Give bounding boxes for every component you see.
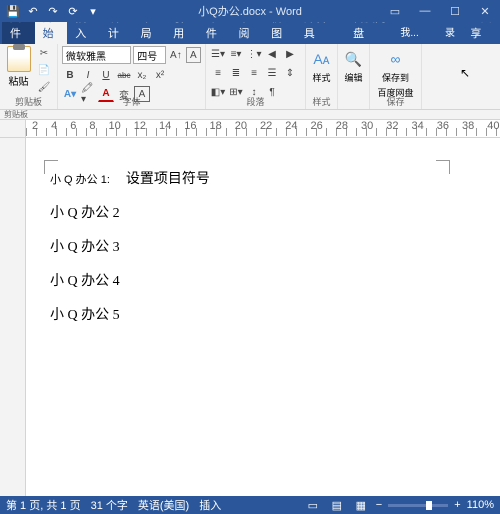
font-group-label: 字体 (58, 95, 205, 108)
doc-line-4[interactable]: 小 Q 办公 4 (50, 270, 476, 290)
callout-text: 设置项目符号 (126, 170, 210, 186)
web-layout-icon[interactable]: ▦ (352, 498, 370, 512)
menu-bar: 文件 开始 插入 设计 布局 引用 邮件 审阅 视图 开发工具 百度网盘 ♀ 告… (0, 22, 500, 44)
paragraph-group-label: 段落 (206, 95, 305, 108)
doc-line-2[interactable]: 小 Q 办公 2 (50, 202, 476, 222)
doc-line-5[interactable]: 小 Q 办公 5 (50, 304, 476, 324)
cursor-icon: ↖ (460, 66, 470, 80)
crop-mark-tl (44, 160, 58, 174)
status-bar: 第 1 页, 共 1 页 31 个字 英语(美国) 插入 ▭ ▤ ▦ − + 1… (0, 496, 500, 514)
save-icon[interactable]: 💾 (6, 4, 20, 18)
cut-icon[interactable]: ✂ (35, 46, 53, 60)
baidu-icon: ∞ (386, 49, 406, 69)
vertical-ruler[interactable] (0, 138, 26, 496)
clipboard-pane-label[interactable]: 剪贴板 (0, 110, 500, 120)
ruler-corner (0, 120, 26, 138)
align-left-icon[interactable]: ≡ (210, 65, 226, 81)
status-insert[interactable]: 插入 (199, 497, 221, 513)
align-center-icon[interactable]: ≣ (228, 65, 244, 81)
bullets-icon[interactable]: ☰▾ (210, 46, 226, 62)
ribbon-options-icon[interactable]: ▭ (380, 0, 410, 22)
paste-icon (7, 46, 31, 72)
group-font: 微软雅黑 四号 A↑ A B I U abc x₂ x² A▾ 🖍▾ A 変 A… (58, 44, 206, 109)
group-clipboard: 粘贴 ✂ 📄 🖌 剪贴板 (0, 44, 58, 109)
horizontal-ruler[interactable]: 2468101214161820222426283032343638404244… (26, 120, 500, 138)
line-spacing-icon[interactable]: ⇕ (282, 65, 298, 81)
styles-icon: Aᴀ (312, 49, 332, 69)
font-size-combo[interactable]: 四号 (133, 46, 166, 64)
grow-font-icon[interactable]: A↑ (168, 47, 183, 63)
clipboard-group-label: 剪贴板 (0, 95, 57, 108)
strike-button[interactable]: abc (116, 67, 132, 83)
indent-right-icon[interactable]: ▶ (282, 46, 298, 62)
group-paragraph: ☰▾ ≡▾ ⋮▾ ◀ ▶ ≡ ≣ ≡ ☰ ⇕ ◧▾ ⊞▾ ↕ ¶ 段落 (206, 44, 306, 109)
multilevel-icon[interactable]: ⋮▾ (246, 46, 262, 62)
zoom-level[interactable]: 110% (467, 499, 494, 511)
minimize-icon[interactable]: — (410, 0, 440, 22)
superscript-button[interactable]: x² (152, 67, 168, 83)
doc-line-3[interactable]: 小 Q 办公 3 (50, 236, 476, 256)
copy-icon[interactable]: 📄 (35, 63, 53, 77)
format-painter-icon[interactable]: 🖌 (35, 80, 53, 94)
status-lang[interactable]: 英语(美国) (138, 497, 189, 513)
refresh-icon[interactable]: ⟳ (66, 4, 80, 18)
qat-more-icon[interactable]: ▾ (86, 4, 100, 18)
editing-label: 编辑 (344, 71, 362, 84)
italic-button[interactable]: I (80, 67, 96, 83)
editing-button[interactable]: 🔍 编辑 (342, 46, 365, 107)
crop-mark-tr (436, 160, 450, 174)
clear-format-icon[interactable]: A (186, 47, 201, 63)
close-icon[interactable]: ✕ (470, 0, 500, 22)
zoom-in-icon[interactable]: + (454, 499, 460, 511)
read-mode-icon[interactable]: ▭ (304, 498, 322, 512)
document-area: 小 Q 办公 1:设置项目符号 小 Q 办公 2 小 Q 办公 3 小 Q 办公… (0, 138, 500, 496)
doc-line-1[interactable]: 小 Q 办公 1:设置项目符号 (50, 168, 476, 188)
align-right-icon[interactable]: ≡ (246, 65, 262, 81)
styles-group-label: 样式 (306, 95, 337, 108)
window-controls: ▭ — ☐ ✕ (380, 0, 500, 22)
numbering-icon[interactable]: ≡▾ (228, 46, 244, 62)
group-editing: 🔍 编辑 (338, 44, 370, 109)
title-bar: 💾 ↶ ↷ ⟳ ▾ 小Q办公.docx - Word ▭ — ☐ ✕ (0, 0, 500, 22)
redo-icon[interactable]: ↷ (46, 4, 60, 18)
zoom-slider[interactable] (388, 504, 448, 507)
undo-icon[interactable]: ↶ (26, 4, 40, 18)
ruler-area: 2468101214161820222426283032343638404244… (0, 120, 500, 138)
font-name-combo[interactable]: 微软雅黑 (62, 46, 131, 64)
quick-access-toolbar: 💾 ↶ ↷ ⟳ ▾ (0, 4, 106, 18)
baidu-label1: 保存到 (382, 71, 409, 84)
status-page[interactable]: 第 1 页, 共 1 页 (6, 497, 81, 513)
ribbon: 粘贴 ✂ 📄 🖌 剪贴板 微软雅黑 四号 A↑ A B I U abc x₂ (0, 44, 500, 110)
zoom-out-icon[interactable]: − (376, 499, 382, 511)
window-title: 小Q办公.docx - Word (198, 3, 302, 19)
bold-button[interactable]: B (62, 67, 78, 83)
paste-label: 粘贴 (9, 73, 29, 88)
print-layout-icon[interactable]: ▤ (328, 498, 346, 512)
status-words[interactable]: 31 个字 (91, 497, 128, 513)
subscript-button[interactable]: x₂ (134, 67, 150, 83)
styles-label: 样式 (312, 71, 330, 84)
ruler-numbers: 2468101214161820222426283032343638404244… (32, 120, 500, 132)
group-baidu: ∞ 保存到 百度网盘 保存 (370, 44, 422, 109)
document-page[interactable]: 小 Q 办公 1:设置项目符号 小 Q 办公 2 小 Q 办公 3 小 Q 办公… (26, 138, 500, 496)
find-icon: 🔍 (344, 49, 364, 69)
group-styles: Aᴀ 样式 样式 (306, 44, 338, 109)
baidu-group-label: 保存 (370, 95, 421, 108)
underline-button[interactable]: U (98, 67, 114, 83)
indent-left-icon[interactable]: ◀ (264, 46, 280, 62)
maximize-icon[interactable]: ☐ (440, 0, 470, 22)
justify-icon[interactable]: ☰ (264, 65, 280, 81)
